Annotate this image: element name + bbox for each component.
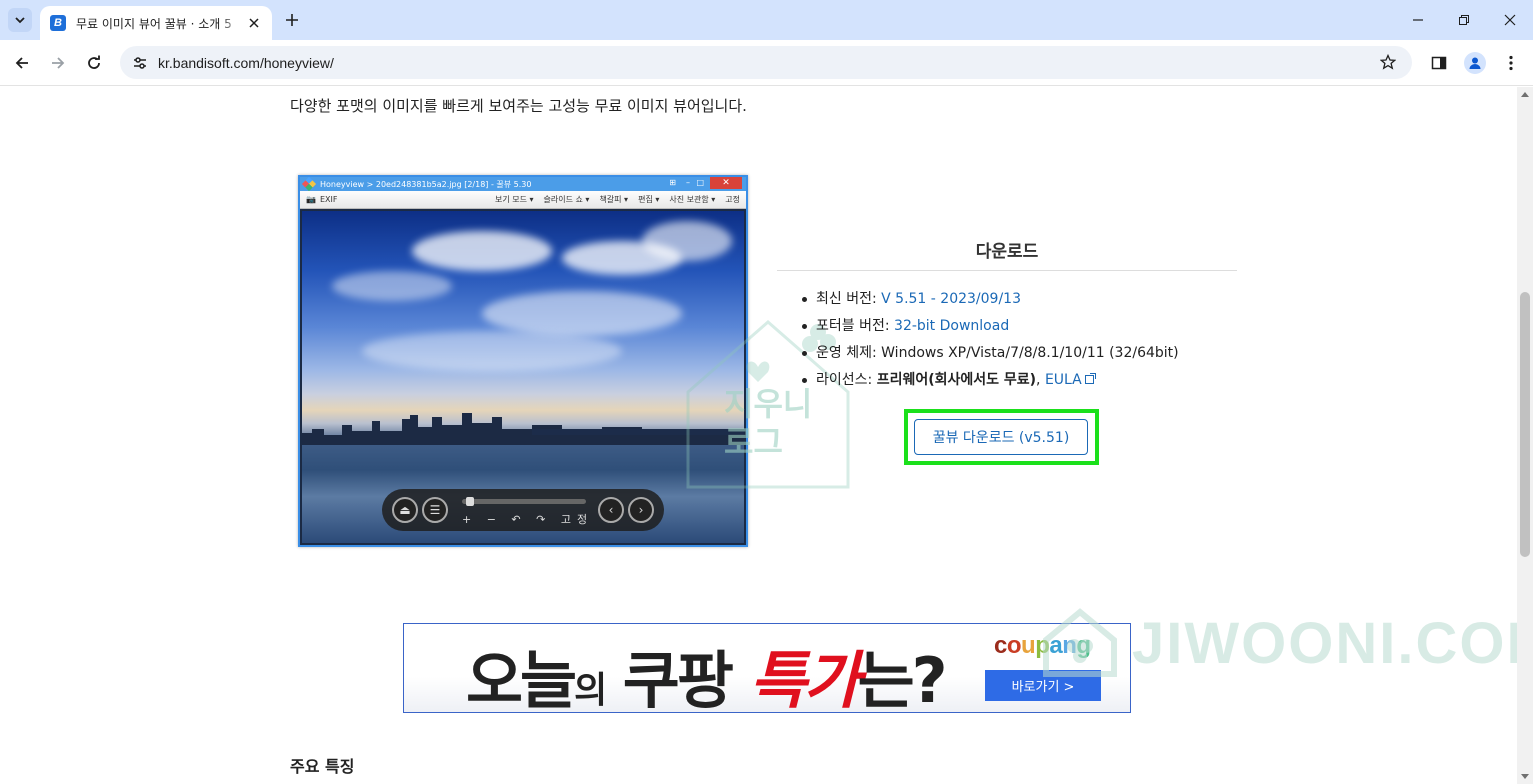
new-tab-button[interactable] [282,10,302,30]
arrow-left-icon [15,57,28,69]
hv-pin-icon: ⊞ [669,178,676,187]
hv-minimize-icon: – [686,178,690,187]
reload-button[interactable] [82,51,106,75]
side-panel-button[interactable] [1427,51,1451,75]
portable-download-link[interactable]: 32-bit Download [894,318,1009,334]
hv-menu-pin: 고정 [725,195,740,204]
close-window-button[interactable] [1498,8,1522,32]
list-item: 라이선스: 프리웨어(회사에서도 무료), EULA [802,370,1179,397]
list-item: 최신 버전: V 5.51 - 2023/09/13 [802,289,1179,316]
list-item: 운영 체제: Windows XP/Vista/7/8/8.1/10/11 (3… [802,343,1179,370]
external-link-icon [1084,373,1096,384]
ad-headline-part: 의 [574,670,607,711]
restore-icon [1459,15,1469,25]
license-separator: , [1036,372,1045,388]
close-icon [249,18,259,28]
tab-search-button[interactable] [8,8,32,32]
site-watermark-text: JIWOONI.COM [1132,610,1533,676]
ad-headline: 오늘의 쿠팡 특가는? [466,630,948,713]
hv-menu-view: 보기 모드 ▾ [494,195,534,204]
camera-icon: 📷 [306,195,316,204]
download-heading: 다운로드 [975,242,1039,262]
latest-version-link[interactable]: V 5.51 - 2023/09/13 [881,291,1021,307]
list-item: 포터블 버전: 32-bit Download [802,316,1179,343]
download-button[interactable]: 꿀뷰 다운로드 (v5.51) [914,419,1088,455]
hv-menubar: 📷 EXIF 보기 모드 ▾ 슬라이드 쇼 ▾ 책갈피 ▾ 편집 ▾ 사진 보관… [300,191,746,209]
page-content: 다양한 포맷의 이미지를 빠르게 보여주는 고성능 무료 이미지 뷰어입니다. … [0,87,1517,784]
os-label: 운영 체제: [816,345,882,361]
tune-icon [134,56,146,69]
site-watermark: JIWOONI.COM [1040,608,1533,678]
eula-link[interactable]: EULA [1045,372,1082,388]
site-info-button[interactable] [130,53,150,73]
hv-menu-album: 사진 보관함 ▾ [669,195,716,204]
reload-icon [88,55,100,69]
url-text: kr.bandisoft.com/honeyview/ [158,54,334,71]
active-tab[interactable]: B 무료 이미지 뷰어 꿀뷰 · 소개 5 [40,6,272,40]
minimize-button[interactable] [1406,8,1430,32]
minimize-icon [1413,19,1423,21]
intro-text: 다양한 포맷의 이미지를 빠르게 보여주는 고성능 무료 이미지 뷰어입니다. [290,97,747,115]
side-panel-icon [1431,56,1447,70]
menu-icon: ☰ [422,497,448,523]
license-value: 프리웨어(회사에서도 무료) [876,372,1037,388]
arrow-right-icon [52,57,65,69]
scroll-up-icon[interactable] [1521,92,1529,97]
ad-headline-part: 쿠팡 [604,644,750,713]
license-label: 라이선스: [816,372,877,388]
star-icon [1380,54,1396,70]
eject-icon: ⏏ [392,497,418,523]
hv-menu-slideshow: 슬라이드 쇼 ▾ [543,195,590,204]
portable-version-label: 포터블 버전: [816,318,895,334]
plus-icon [286,14,298,26]
hv-exif-label: EXIF [319,195,338,204]
chevron-left-icon: ‹ [598,497,624,523]
hv-menu-edit: 편집 ▾ [638,195,660,204]
scroll-down-icon[interactable] [1521,774,1529,779]
profile-button[interactable] [1463,51,1487,75]
address-bar[interactable]: kr.bandisoft.com/honeyview/ [120,46,1412,79]
blog-watermark-text: 지우니 로그 [724,385,812,461]
restore-button[interactable] [1452,8,1476,32]
honeyview-logo-icon [301,176,317,192]
avatar [1464,52,1486,74]
hv-tools: + − ↶ ↷ 고정 [462,513,594,526]
hv-menu-bookmark: 책갈피 ▾ [599,195,629,204]
hv-titlebar: Honeyview > 20ed248381b5a2.jpg [2/18] - … [300,176,746,192]
back-button[interactable] [10,51,34,75]
hv-close-icon: ✕ [710,177,742,189]
ad-headline-part: 는? [857,644,948,713]
browser-menu-button[interactable] [1499,51,1523,75]
hv-progress-slider [462,497,586,506]
divider [777,270,1237,271]
blog-watermark-line1: 지우니 [724,385,813,423]
coupang-ad-banner[interactable]: 오늘의 쿠팡 특가는? coupang 바로가기 > [403,623,1131,713]
person-icon [1469,57,1481,69]
tab-close-button[interactable] [246,15,262,31]
forward-button[interactable] [46,51,70,75]
ad-headline-part: 오늘 [466,644,577,713]
hv-control-bar: ⏏ ☰ + − ↶ ↷ 고정 ‹ › [382,489,664,531]
chevron-right-icon: › [628,497,654,523]
latest-version-label: 최신 버전: [816,291,882,307]
download-info-list: 최신 버전: V 5.51 - 2023/09/13 포터블 버전: 32-bi… [802,289,1179,397]
scroll-thumb[interactable] [1520,292,1530,557]
bandisoft-favicon-icon: B [50,15,66,31]
hv-maximize-icon: □ [696,178,704,187]
browser-toolbar: kr.bandisoft.com/honeyview/ [0,40,1533,86]
page-scrollbar[interactable] [1517,87,1533,784]
features-heading: 주요 특징 [290,757,355,776]
os-value: Windows XP/Vista/7/8/8.1/10/11 (32/64bit… [881,345,1179,361]
hv-title-text: Honeyview > 20ed248381b5a2.jpg [2/18] - … [320,179,532,189]
chevron-down-icon [15,17,25,24]
close-icon [1504,14,1516,26]
bookmark-button[interactable] [1378,52,1398,72]
tab-strip: B 무료 이미지 뷰어 꿀뷰 · 소개 5 [0,0,1533,40]
blog-watermark-line2: 로그 [724,423,783,461]
watermark-house-icon [1043,608,1117,677]
ad-headline-part: 특가 [749,644,860,713]
tab-title: 무료 이미지 뷰어 꿀뷰 · 소개 5 [76,16,232,31]
more-vert-icon [1509,55,1513,71]
